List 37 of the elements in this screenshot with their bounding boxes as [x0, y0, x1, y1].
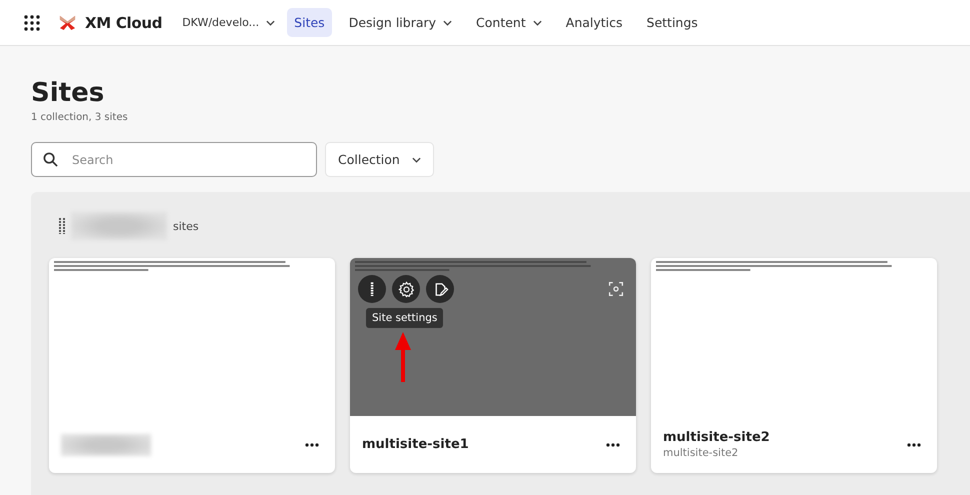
annotation-arrow: [393, 330, 413, 384]
edit-page-button[interactable]: [426, 275, 454, 303]
page-summary: 1 collection, 3 sites: [31, 112, 129, 123]
screenshot-icon: [608, 281, 624, 297]
site-host: multisite-site2: [663, 447, 740, 459]
site-card[interactable]: multisite-site2 multisite-site2: [651, 258, 937, 473]
chevron-icon: [412, 156, 421, 162]
search-input[interactable]: Search: [70, 152, 294, 168]
app-launcher-icon[interactable]: [24, 14, 40, 30]
nav-tab[interactable]: Settings: [640, 8, 705, 37]
chevron-icon: [266, 20, 276, 26]
search-icon: [43, 152, 58, 167]
drag-handle-icon[interactable]: [59, 218, 65, 234]
page-title: Sites: [31, 78, 106, 108]
nav-tab[interactable]: Sites: [287, 8, 332, 37]
more-icon[interactable]: [606, 442, 620, 446]
more-icon[interactable]: [907, 442, 921, 446]
collection-label: sites: [173, 220, 199, 232]
search-field[interactable]: Search: [31, 142, 317, 177]
collection-filter[interactable]: Collection: [325, 142, 434, 177]
app-name: XM Cloud: [85, 14, 162, 32]
settings-button[interactable]: [392, 275, 420, 303]
logo-icon: [58, 14, 77, 31]
site-card[interactable]: Site settings multisite-site1: [350, 258, 636, 473]
nav-tab[interactable]: Content: [469, 8, 549, 37]
site-name: multisite-site1: [362, 437, 469, 452]
chevron-icon: [532, 20, 542, 26]
environment-dropdown[interactable]: DKW/develo...: [182, 16, 276, 29]
drag-handle-icon: [370, 282, 374, 296]
drag-handle-button[interactable]: [358, 275, 386, 303]
nav-tab[interactable]: Design library: [342, 8, 460, 37]
nav-tab[interactable]: Analytics: [558, 8, 630, 37]
settings-icon: [398, 280, 414, 298]
chevron-icon: [443, 20, 452, 26]
tooltip: Site settings: [366, 308, 444, 328]
more-icon[interactable]: [305, 442, 319, 446]
site-name: multisite-site2: [663, 430, 770, 445]
